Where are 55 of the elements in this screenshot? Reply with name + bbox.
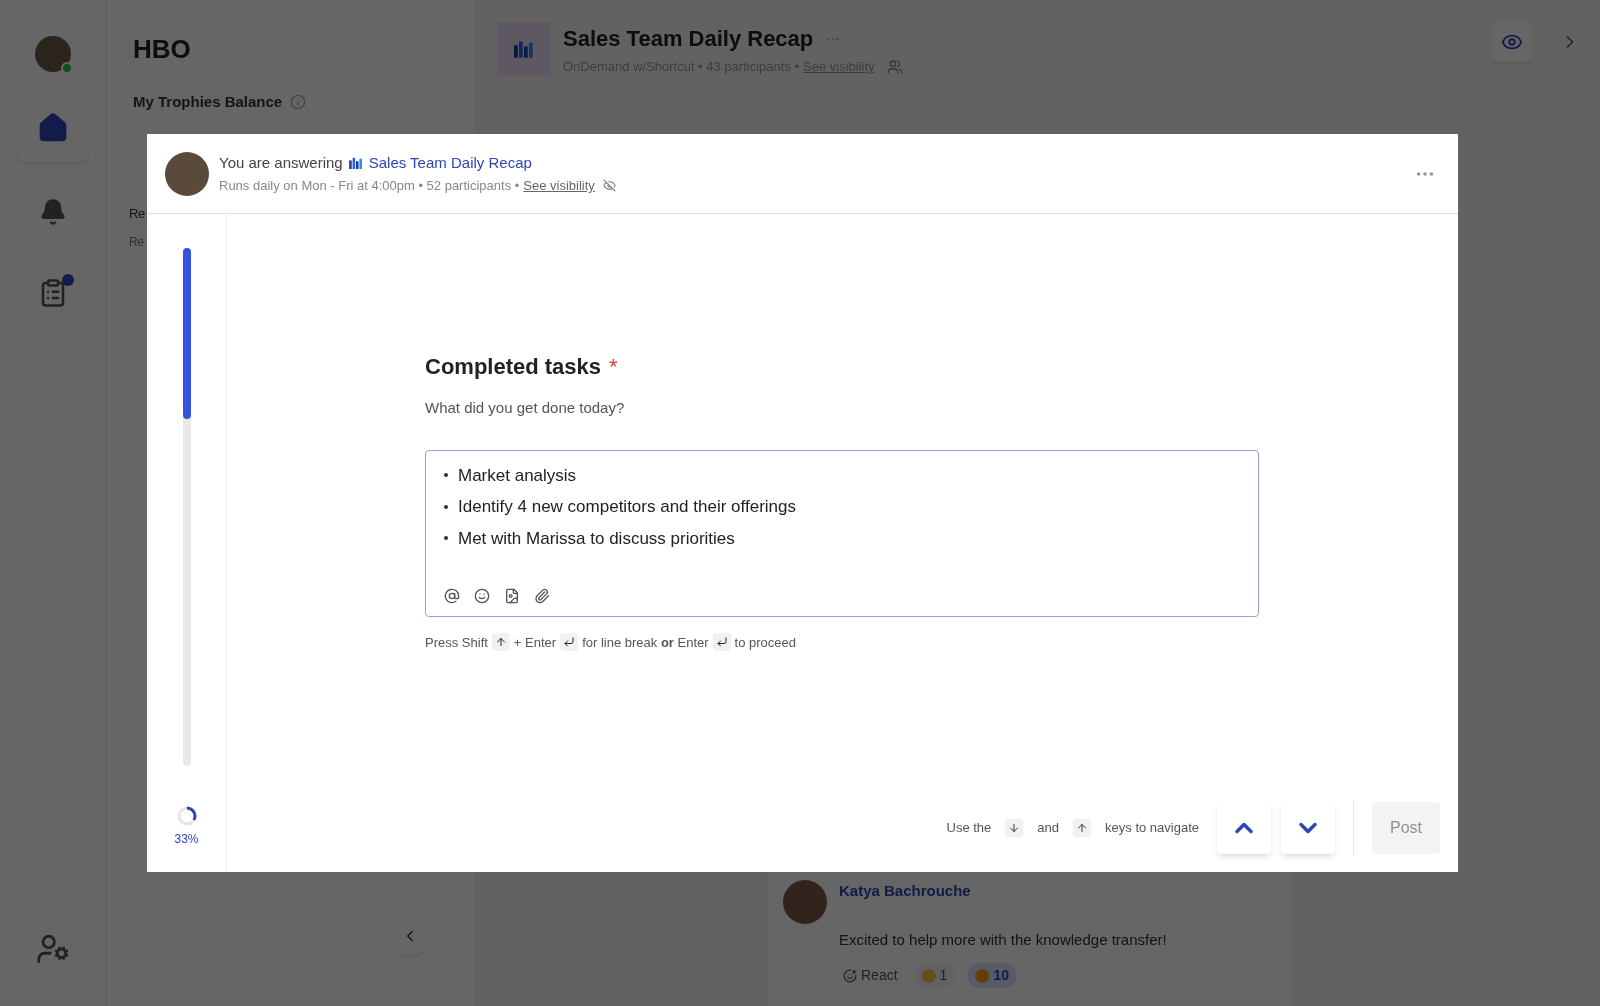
profile-settings-icon[interactable]	[36, 932, 70, 966]
users-icon	[886, 58, 903, 75]
see-visibility-link[interactable]: See visibility	[523, 176, 595, 196]
react-button[interactable]: React	[839, 965, 902, 986]
answering-label: You are answering	[219, 152, 343, 173]
arrow-down-icon	[1008, 822, 1021, 834]
progress-percent: 33%	[174, 831, 199, 848]
hint-text: for line break or Enter	[582, 633, 709, 652]
visibility-button[interactable]	[1492, 22, 1532, 62]
workspace-title: HBO	[133, 33, 192, 66]
answer-line: Market analysis	[458, 464, 577, 487]
mention-icon[interactable]	[444, 587, 460, 604]
bullet-icon	[444, 504, 448, 509]
nav-hint: keys to navigate	[1105, 819, 1199, 838]
required-mark: *	[609, 353, 618, 381]
answer-line: Identify 4 new competitors and their offerings	[458, 496, 796, 518]
reaction-chip[interactable]: 1	[913, 963, 956, 988]
next-button[interactable]	[1281, 802, 1335, 854]
nav-hint: Use the	[946, 819, 992, 838]
survey-meta: Runs daily on Mon - Fri at 4:00pm • 52 participants •	[219, 177, 520, 195]
hint-text: + Enter	[513, 633, 557, 652]
enter-key-icon	[563, 636, 576, 649]
author-name[interactable]: Katya Bachrouche	[839, 880, 1167, 903]
home-icon	[37, 112, 69, 144]
hint-text: to proceed	[734, 633, 797, 652]
arrow-up-icon	[1076, 822, 1089, 834]
avatar	[165, 151, 209, 196]
answer-field[interactable]: Market analysis Identify 4 new competitors and their offerings Met with Marissa to discuss priorities	[425, 449, 1259, 617]
hint-text: Press Shift	[425, 633, 488, 652]
nav-hint: and	[1037, 819, 1060, 838]
bullet-icon	[444, 536, 448, 541]
progress-ring	[176, 806, 197, 826]
bullet-icon	[444, 473, 448, 478]
info-icon[interactable]	[290, 94, 307, 111]
avatar[interactable]	[35, 36, 71, 72]
channel-title: Sales Team Daily Recap	[563, 25, 814, 53]
react-icon	[843, 968, 857, 983]
previous-button[interactable]	[1217, 802, 1271, 854]
avatar	[783, 880, 827, 924]
sidebar-heading: Re	[129, 204, 146, 223]
bar-chart-icon	[348, 156, 363, 169]
answer-line: Met with Marissa to discuss priorities	[458, 527, 735, 550]
trophies-label: My Trophies Balance	[133, 92, 283, 112]
attachment-icon[interactable]	[534, 587, 550, 604]
question-title: Completed tasks	[425, 353, 602, 381]
question-description: What did you get done today?	[425, 398, 626, 418]
home-tab[interactable]	[17, 94, 89, 162]
survey-link[interactable]: Sales Team Daily Recap	[368, 151, 532, 174]
bell-icon[interactable]	[39, 198, 67, 226]
shift-key-icon	[494, 636, 507, 649]
bar-chart-icon	[514, 40, 534, 58]
reaction-chip[interactable]: 10	[967, 963, 1017, 988]
comment-text: Excited to help more with the knowledge transfer!	[839, 929, 1167, 950]
enter-key-icon	[715, 636, 728, 649]
eye-off-icon	[602, 179, 616, 193]
